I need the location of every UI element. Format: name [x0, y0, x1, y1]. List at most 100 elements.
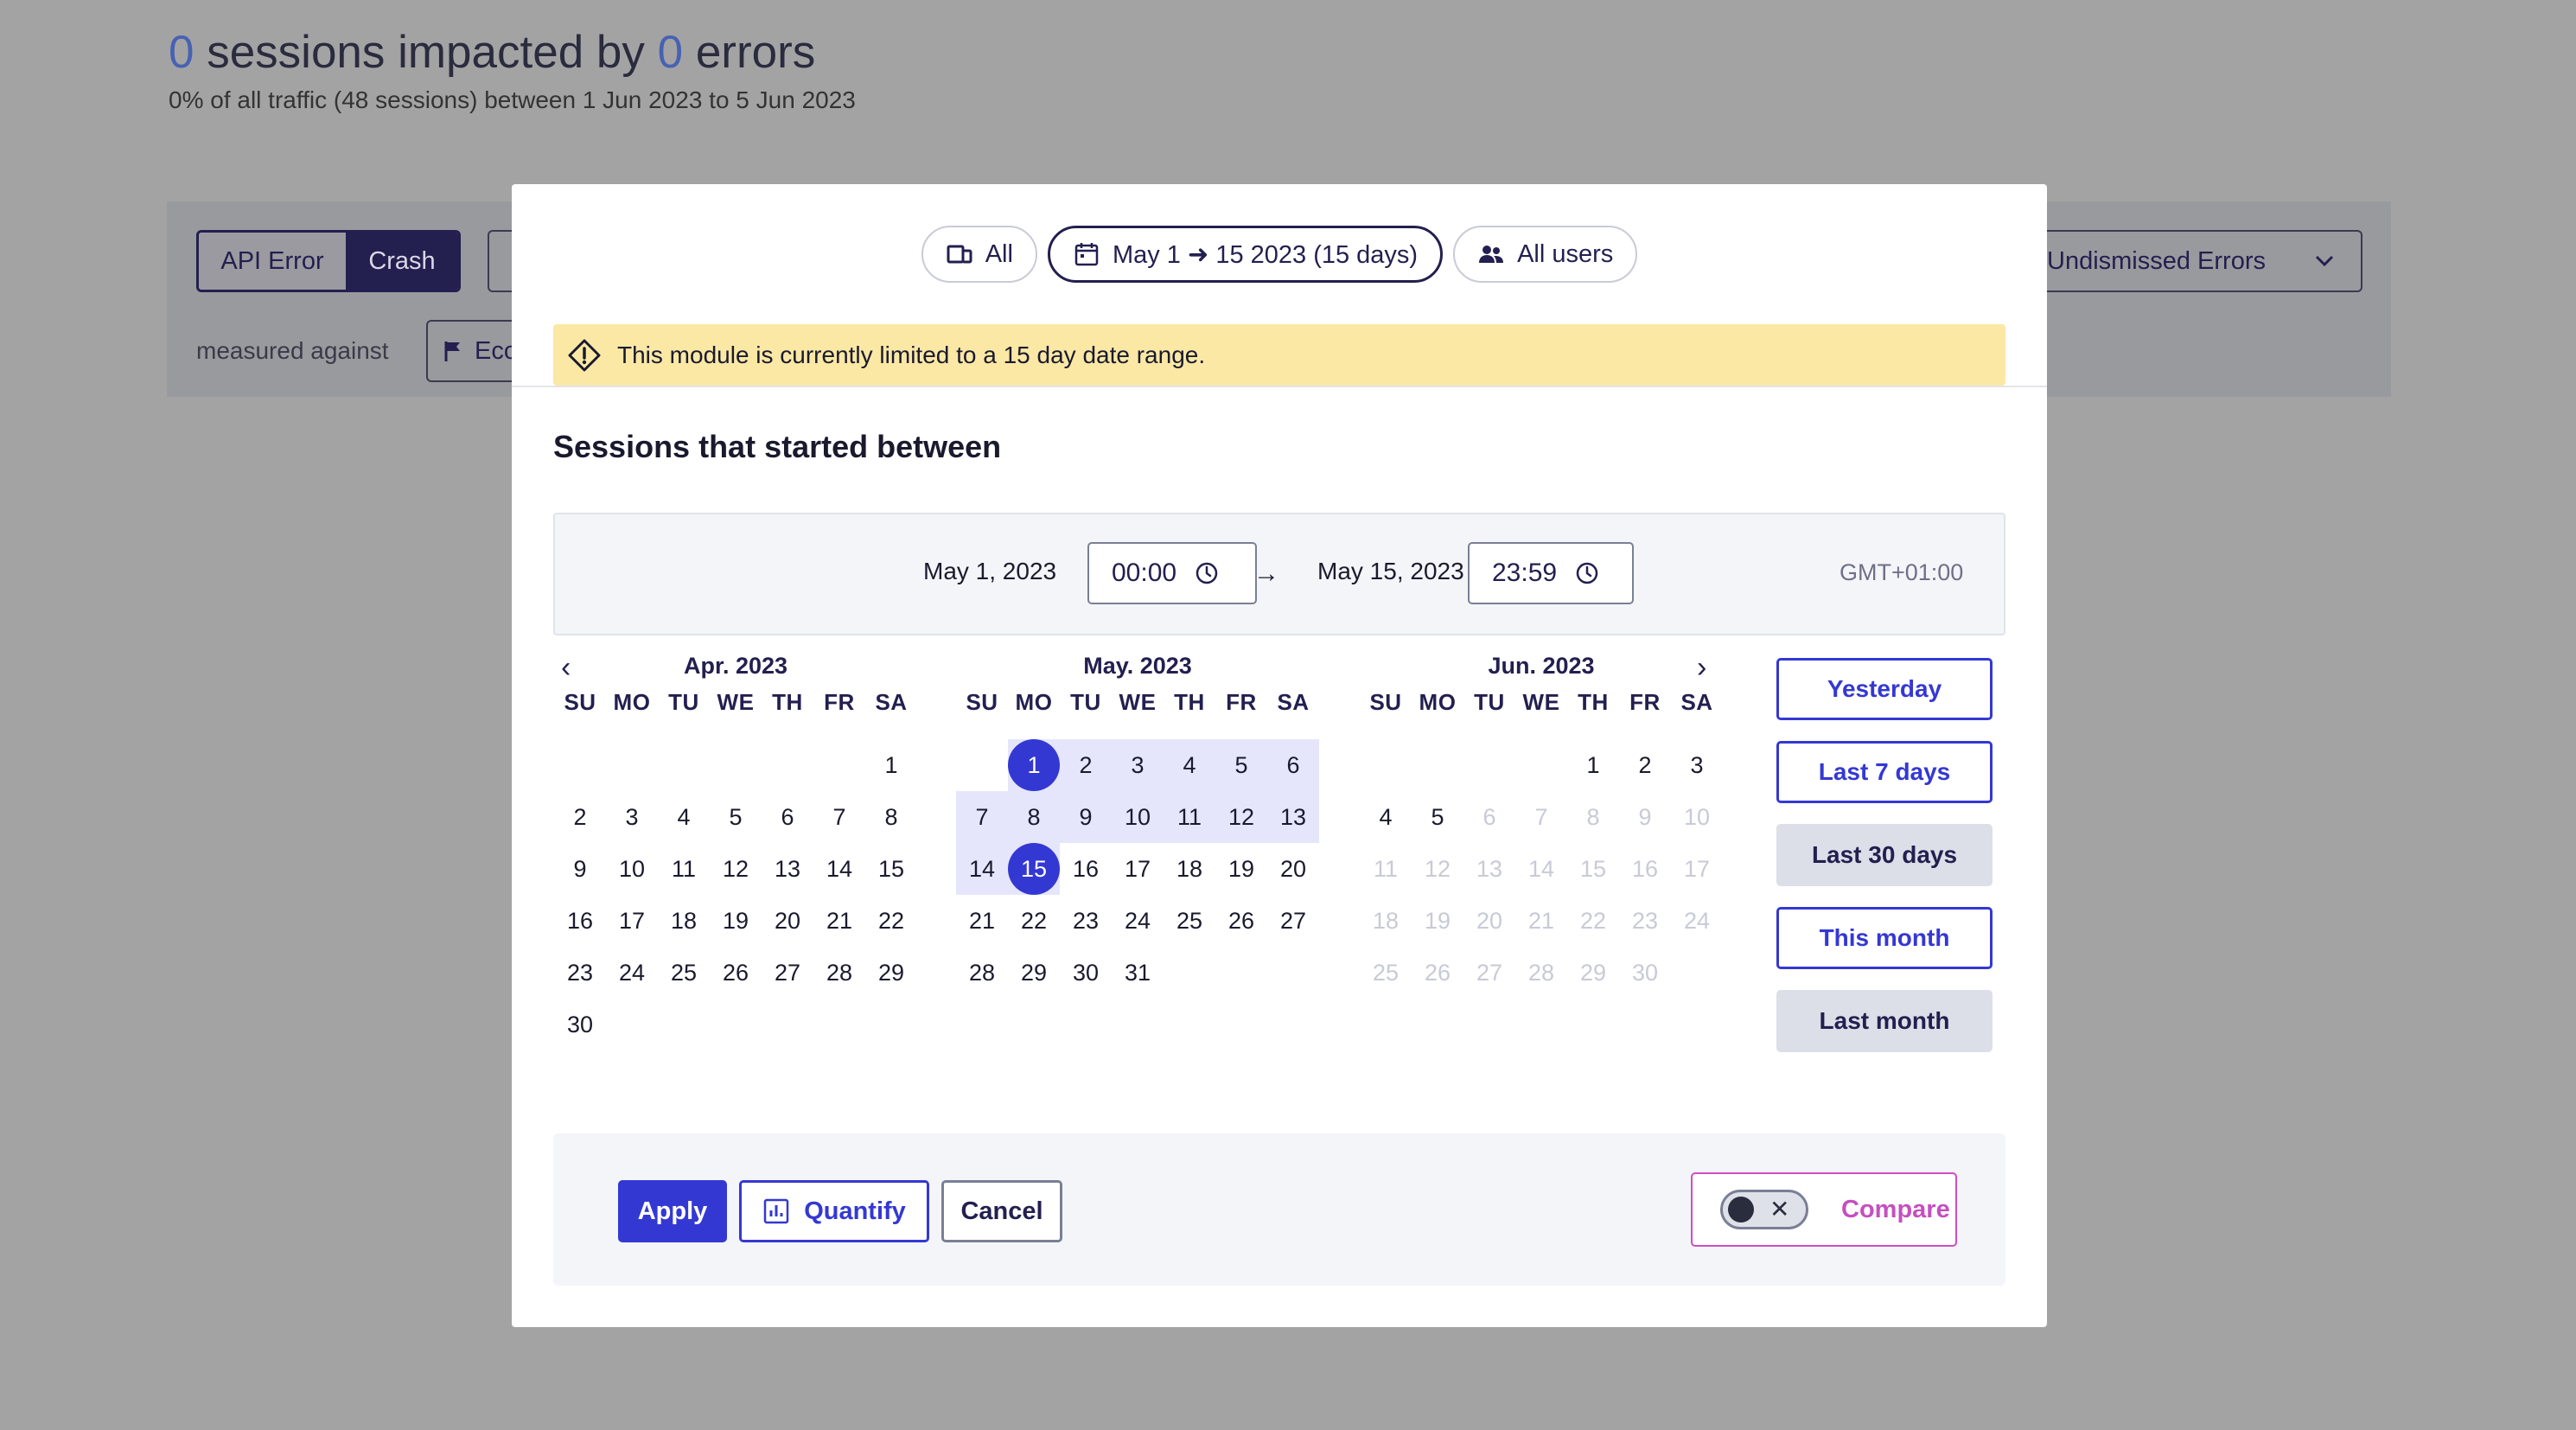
day-cell[interactable]: 7	[956, 791, 1008, 843]
next-month-button[interactable]: ›	[1697, 651, 1706, 685]
day-cell[interactable]: 23	[554, 947, 606, 999]
day-cell[interactable]: 19	[710, 895, 762, 947]
day-cell[interactable]: 20	[762, 895, 813, 947]
day-cell[interactable]: 8	[1008, 791, 1060, 843]
day-cell[interactable]: 26	[710, 947, 762, 999]
empty-day-cell	[710, 739, 762, 791]
day-cell[interactable]: 3	[606, 791, 658, 843]
start-time-input[interactable]: 00:00	[1087, 542, 1257, 604]
weekday-label: WE	[1119, 689, 1157, 715]
date-range-pill[interactable]: May 1 ➜ 15 2023 (15 days)	[1047, 226, 1444, 283]
compare-toggle-box[interactable]: ✕ Compare	[1691, 1172, 1957, 1247]
weekday-label: MO	[1015, 689, 1053, 715]
day-cell[interactable]: 10	[606, 843, 658, 895]
day-cell[interactable]: 9	[1060, 791, 1112, 843]
weekday-label: SA	[875, 689, 908, 715]
compare-switch[interactable]: ✕	[1720, 1190, 1808, 1229]
day-cell[interactable]: 5	[710, 791, 762, 843]
day-cell[interactable]: 15	[865, 843, 917, 895]
day-cell[interactable]: 21	[956, 895, 1008, 947]
day-cell[interactable]: 2	[554, 791, 606, 843]
day-cell-selected[interactable]: 15	[1008, 843, 1060, 895]
day-cell[interactable]: 11	[658, 843, 710, 895]
day-cell[interactable]: 28	[813, 947, 865, 999]
calendar-title: May. 2023	[1083, 653, 1192, 679]
day-cell[interactable]: 27	[762, 947, 813, 999]
device-filter-pill[interactable]: All	[921, 226, 1037, 283]
day-cell[interactable]: 25	[658, 947, 710, 999]
headline-text-end: errors	[683, 27, 816, 78]
empty-day-cell	[813, 739, 865, 791]
day-cell[interactable]: 17	[1112, 843, 1164, 895]
day-cell[interactable]: 23	[1060, 895, 1112, 947]
day-cell[interactable]: 6	[762, 791, 813, 843]
day-cell[interactable]: 19	[1215, 843, 1267, 895]
day-cell[interactable]: 29	[865, 947, 917, 999]
day-cell[interactable]: 24	[606, 947, 658, 999]
preset-last-30-days-button[interactable]: Last 30 days	[1776, 824, 1993, 886]
users-filter-pill[interactable]: All users	[1453, 226, 1638, 283]
preset-last-7-days-button[interactable]: Last 7 days	[1776, 741, 1993, 803]
day-cell[interactable]: 1	[1567, 739, 1619, 791]
empty-day-cell	[1463, 739, 1515, 791]
day-cell[interactable]: 27	[1267, 895, 1319, 947]
day-cell[interactable]: 25	[1164, 895, 1215, 947]
preset-last-month-button[interactable]: Last month	[1776, 990, 1993, 1052]
metric-button[interactable]: Eco	[426, 320, 521, 382]
preset-yesterday-button[interactable]: Yesterday	[1776, 658, 1993, 720]
day-cell[interactable]: 14	[956, 843, 1008, 895]
day-cell[interactable]: 5	[1215, 739, 1267, 791]
day-cell[interactable]: 14	[813, 843, 865, 895]
quantify-button[interactable]: Quantify	[739, 1180, 929, 1242]
error-status-select[interactable]: Undismissed Errors	[2040, 230, 2362, 292]
day-cell[interactable]: 4	[1164, 739, 1215, 791]
day-cell[interactable]: 5	[1412, 791, 1463, 843]
day-cell[interactable]: 30	[1060, 947, 1112, 999]
day-cell[interactable]: 7	[813, 791, 865, 843]
day-cell[interactable]: 3	[1671, 739, 1723, 791]
day-cell[interactable]: 29	[1008, 947, 1060, 999]
day-cell[interactable]: 12	[710, 843, 762, 895]
weekday-label: TU	[1070, 689, 1101, 715]
users-icon	[1479, 246, 1504, 263]
day-cell[interactable]: 2	[1619, 739, 1671, 791]
day-cell[interactable]: 21	[813, 895, 865, 947]
day-cell[interactable]: 8	[865, 791, 917, 843]
day-cell[interactable]: 9	[554, 843, 606, 895]
day-cell[interactable]: 10	[1112, 791, 1164, 843]
day-cell[interactable]: 18	[658, 895, 710, 947]
preset-this-month-button[interactable]: This month	[1776, 907, 1993, 969]
empty-day-cell	[1412, 739, 1463, 791]
end-time-input[interactable]: 23:59	[1468, 542, 1634, 604]
day-cell[interactable]: 16	[554, 895, 606, 947]
cancel-button[interactable]: Cancel	[941, 1180, 1062, 1242]
api-error-tab[interactable]: API Error	[199, 233, 346, 290]
day-cell[interactable]: 28	[956, 947, 1008, 999]
day-cell[interactable]: 2	[1060, 739, 1112, 791]
day-cell[interactable]: 4	[658, 791, 710, 843]
day-cell[interactable]: 24	[1112, 895, 1164, 947]
day-cell[interactable]: 3	[1112, 739, 1164, 791]
day-cell[interactable]: 11	[1164, 791, 1215, 843]
crash-tab[interactable]: Crash	[346, 233, 458, 290]
day-cell[interactable]: 22	[865, 895, 917, 947]
error-type-toggle[interactable]: API Error Crash	[196, 230, 461, 292]
day-cell[interactable]: 31	[1112, 947, 1164, 999]
day-cell[interactable]: 30	[554, 999, 606, 1050]
day-cell[interactable]: 20	[1267, 843, 1319, 895]
day-cell[interactable]: 26	[1215, 895, 1267, 947]
day-cell[interactable]: 1	[865, 739, 917, 791]
day-cell[interactable]: 4	[1360, 791, 1412, 843]
day-cell[interactable]: 12	[1215, 791, 1267, 843]
day-cell: 14	[1527, 855, 1555, 882]
day-cell[interactable]: 16	[1060, 843, 1112, 895]
day-cell[interactable]: 22	[1008, 895, 1060, 947]
day-cell[interactable]: 6	[1267, 739, 1319, 791]
day-cell[interactable]: 18	[1164, 843, 1215, 895]
day-cell: 19	[1424, 907, 1451, 934]
day-cell[interactable]: 13	[762, 843, 813, 895]
day-cell[interactable]: 17	[606, 895, 658, 947]
day-cell-selected[interactable]: 1	[1008, 739, 1060, 791]
day-cell[interactable]: 13	[1267, 791, 1319, 843]
apply-button[interactable]: Apply	[618, 1180, 727, 1242]
